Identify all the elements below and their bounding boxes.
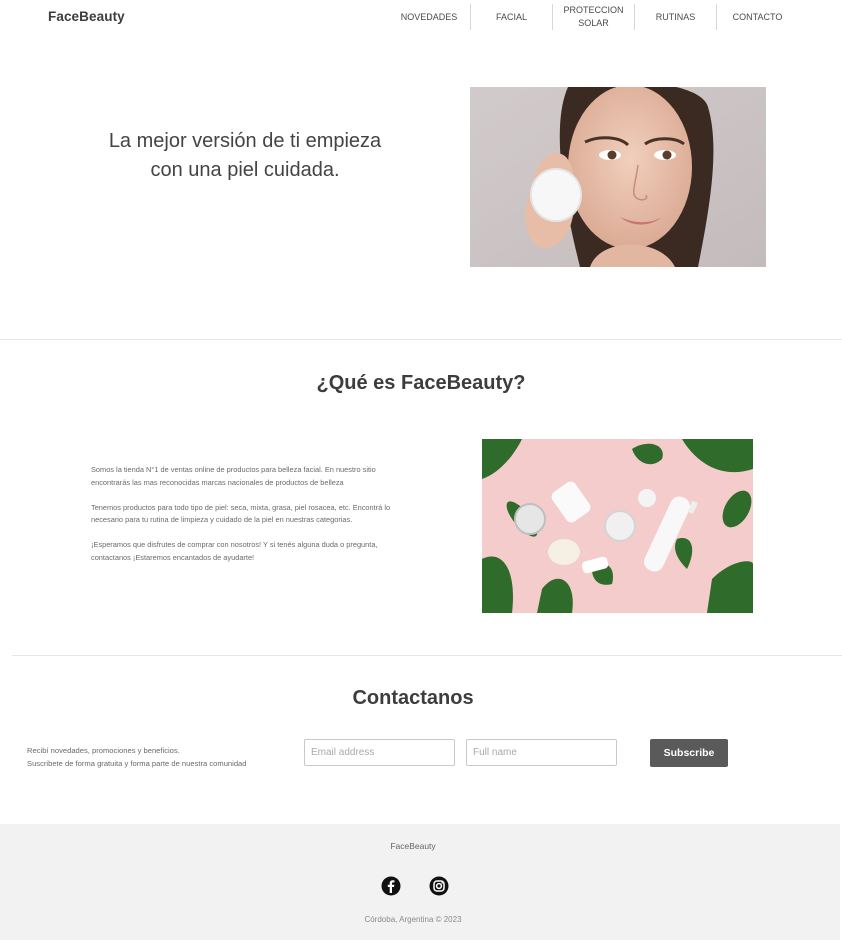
instagram-icon[interactable] [429,876,449,896]
about-image [482,439,753,613]
footer-brand: FaceBeauty [390,841,436,851]
site-logo[interactable]: FaceBeauty [48,9,125,24]
nav-item-rutinas[interactable]: RUTINAS [634,4,716,30]
subscribe-button[interactable]: Subscribe [650,739,728,767]
about-paragraph: ¡Esperamos que disfrutes de comprar con … [91,540,378,562]
nav-item-novedades[interactable]: NOVEDADES [388,4,470,30]
full-name-field[interactable] [466,739,617,766]
hero-image [470,87,766,267]
woman-skincare-illustration [470,87,766,267]
newsletter-description: Recibí novedades, promociones y benefici… [27,744,287,770]
newsletter-line: Suscribete de forma gratuita y forma par… [27,759,247,768]
skincare-products-illustration [482,439,753,613]
facebook-icon[interactable] [381,876,401,896]
footer: FaceBeauty Córdoba, Argentina © 2023 [0,824,840,940]
about-title: ¿Qué es FaceBeauty? [316,372,526,394]
nav-item-facial[interactable]: FACIAL [470,4,552,30]
email-field[interactable] [304,739,455,766]
contact-title: Contactanos [352,687,474,709]
page: FaceBeauty NOVEDADES FACIAL PROTECCION S… [0,0,842,940]
about-paragraph: Tenemos productos para todo tipo de piel… [91,502,391,525]
about-text: Somos la tienda N°1 de ventas online de … [91,464,391,577]
main-nav: NOVEDADES FACIAL PROTECCION SOLAR RUTINA… [388,4,798,30]
hero-headline: La mejor versión de ti empieza con una p… [108,130,382,181]
section-divider [12,655,842,656]
nav-item-contacto[interactable]: CONTACTO [716,4,798,30]
about-paragraph: Somos la tienda N°1 de ventas online de … [91,465,376,487]
footer-copyright: Córdoba, Argentina © 2023 [364,915,462,924]
section-divider [0,339,842,340]
nav-item-proteccion-solar[interactable]: PROTECCION SOLAR [552,4,634,30]
newsletter-line: Recibí novedades, promociones y benefici… [27,746,180,755]
